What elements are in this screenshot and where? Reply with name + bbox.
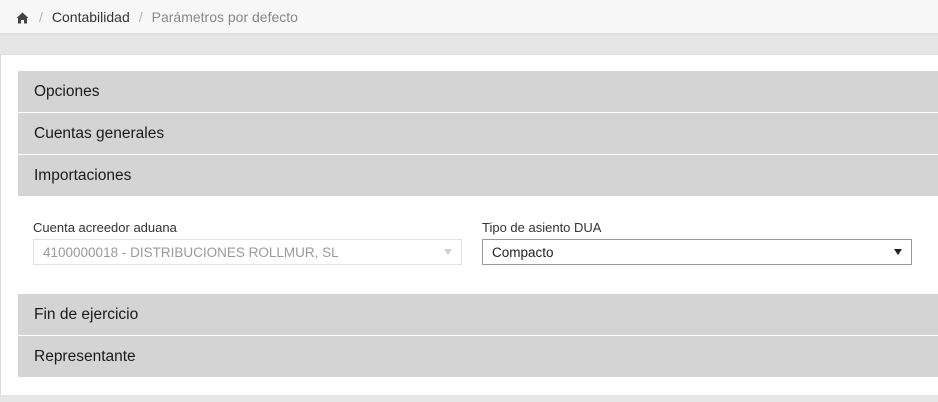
breadcrumb-separator: / [39, 8, 43, 25]
home-icon[interactable] [16, 11, 29, 23]
accordion-header-label: Opciones [34, 82, 100, 100]
accordion-header-opciones[interactable]: Opciones [18, 71, 938, 112]
tipo-asiento-value: Compacto [492, 244, 554, 260]
tipo-asiento-select[interactable]: Compacto [482, 239, 912, 265]
accordion-header-representante[interactable]: Representante [18, 336, 938, 377]
chevron-down-icon [444, 249, 452, 255]
accordion-header-label: Representante [34, 347, 136, 365]
accordion-header-label: Cuentas generales [34, 124, 165, 142]
cuenta-acreedor-value: 4100000018 - DISTRIBUCIONES ROLLMUR, SL [43, 244, 339, 260]
breadcrumb: / Contabilidad / Parámetros por defecto [0, 0, 938, 34]
accordion-header-importaciones[interactable]: Importaciones [18, 155, 938, 196]
settings-panel: Opciones Cuentas generales Importaciones… [0, 54, 938, 395]
accordion-header-cuentas-generales[interactable]: Cuentas generales [18, 113, 938, 154]
accordion-header-label: Fin de ejercicio [34, 305, 139, 323]
chevron-down-icon [894, 249, 902, 255]
breadcrumb-item-contabilidad[interactable]: Contabilidad [52, 9, 130, 25]
accordion-header-label: Importaciones [34, 166, 132, 184]
breadcrumb-separator: / [138, 8, 143, 25]
accordion-body-importaciones: Cuenta acreedor aduana 4100000018 - DIST… [18, 196, 938, 294]
breadcrumb-item-current: Parámetros por defecto [151, 8, 298, 25]
tipo-asiento-label: Tipo de asiento DUA [482, 220, 602, 235]
accordion-header-fin-de-ejercicio[interactable]: Fin de ejercicio [18, 294, 938, 335]
cuenta-acreedor-select: 4100000018 - DISTRIBUCIONES ROLLMUR, SL [33, 239, 462, 265]
cuenta-acreedor-label: Cuenta acreedor aduana [33, 220, 177, 235]
